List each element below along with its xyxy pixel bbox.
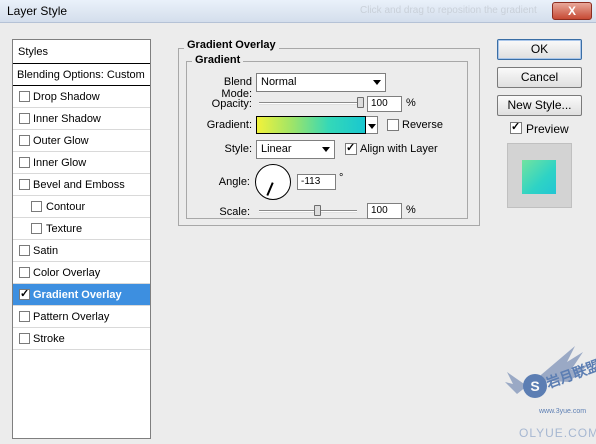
style-item-label: Contour bbox=[46, 201, 86, 213]
opacity-label: Opacity: bbox=[211, 98, 252, 110]
group-title: Gradient Overlay bbox=[184, 39, 279, 51]
scale-slider-track[interactable] bbox=[259, 210, 357, 213]
blend-mode-label: Blend Mode: bbox=[221, 76, 252, 100]
watermark-logo: S 岩月联盟 www.3yue.com OLYUE.COM bbox=[505, 342, 596, 442]
style-select[interactable]: Linear bbox=[256, 140, 335, 159]
style-item-drop-shadow[interactable]: Drop Shadow bbox=[13, 86, 150, 108]
align-with-layer-checkbox[interactable] bbox=[345, 141, 357, 155]
gradient-swatch[interactable] bbox=[256, 116, 366, 134]
style-item-gradient-overlay[interactable]: Gradient Overlay bbox=[13, 284, 150, 306]
align-with-layer-label: Align with Layer bbox=[360, 143, 438, 155]
style-item-label: Stroke bbox=[33, 333, 65, 345]
gradient-dropdown-button[interactable] bbox=[366, 116, 378, 134]
chevron-down-icon bbox=[373, 80, 381, 85]
watermark-site: OLYUE.COM bbox=[519, 426, 596, 440]
style-item-inner-shadow[interactable]: Inner Shadow bbox=[13, 108, 150, 130]
style-item-label: Satin bbox=[33, 245, 59, 257]
style-checkbox[interactable] bbox=[19, 245, 30, 256]
styles-header[interactable]: Styles bbox=[13, 40, 150, 64]
angle-label: Angle: bbox=[218, 176, 250, 188]
style-item-label: Inner Glow bbox=[33, 157, 87, 169]
scale-unit: % bbox=[406, 204, 416, 216]
style-item-label: Inner Shadow bbox=[33, 113, 101, 125]
style-checkbox[interactable] bbox=[19, 135, 30, 146]
reverse-label: Reverse bbox=[402, 119, 443, 131]
svg-text:S: S bbox=[530, 378, 539, 394]
style-item-contour[interactable]: Contour bbox=[13, 196, 150, 218]
opacity-slider-track[interactable] bbox=[259, 102, 361, 105]
angle-indicator bbox=[266, 182, 274, 196]
hint-text: Click and drag to reposition the gradien… bbox=[360, 5, 537, 16]
cancel-button[interactable]: Cancel bbox=[497, 67, 582, 88]
watermark-url: www.3yue.com bbox=[539, 408, 587, 415]
opacity-slider-thumb[interactable] bbox=[357, 97, 364, 108]
style-item-outer-glow[interactable]: Outer Glow bbox=[13, 130, 150, 152]
gradient-label: Gradient: bbox=[206, 119, 252, 131]
chevron-down-icon bbox=[322, 147, 330, 152]
style-label: Style: bbox=[224, 143, 252, 155]
style-checkbox[interactable] bbox=[19, 113, 30, 124]
title-bar: Layer Style Click and drag to reposition… bbox=[0, 0, 596, 23]
opacity-unit: % bbox=[406, 97, 416, 109]
blend-mode-select[interactable]: Normal bbox=[256, 73, 386, 92]
angle-input[interactable]: -113 bbox=[297, 174, 336, 190]
style-item-label: Drop Shadow bbox=[33, 91, 100, 103]
style-checkbox[interactable] bbox=[19, 91, 30, 102]
style-item-stroke[interactable]: Stroke bbox=[13, 328, 150, 350]
preview-swatch bbox=[522, 160, 556, 194]
degree-unit: ° bbox=[339, 172, 344, 184]
blending-options-item[interactable]: Blending Options: Custom bbox=[13, 64, 150, 86]
styles-list: Styles Blending Options: Custom Drop Sha… bbox=[12, 39, 151, 439]
opacity-input[interactable]: 100 bbox=[367, 96, 402, 112]
close-button[interactable]: X bbox=[552, 2, 592, 20]
style-item-pattern-overlay[interactable]: Pattern Overlay bbox=[13, 306, 150, 328]
subgroup-title: Gradient bbox=[192, 54, 244, 66]
angle-dial[interactable] bbox=[255, 164, 291, 200]
preview-thumbnail bbox=[507, 143, 572, 208]
style-checkbox[interactable] bbox=[31, 223, 42, 234]
window-title: Layer Style bbox=[7, 4, 68, 18]
style-checkbox[interactable] bbox=[19, 311, 30, 322]
scale-slider-thumb[interactable] bbox=[313, 205, 321, 216]
scale-input[interactable]: 100 bbox=[367, 203, 402, 219]
style-item-label: Color Overlay bbox=[33, 267, 101, 279]
blend-mode-value: Normal bbox=[261, 76, 297, 88]
style-checkbox[interactable] bbox=[19, 267, 30, 278]
style-item-label: Outer Glow bbox=[33, 135, 89, 147]
style-item-color-overlay[interactable]: Color Overlay bbox=[13, 262, 150, 284]
style-checkbox[interactable] bbox=[19, 287, 30, 300]
chevron-down-icon bbox=[368, 124, 376, 129]
style-item-bevel-and-emboss[interactable]: Bevel and Emboss bbox=[13, 174, 150, 196]
new-style-button[interactable]: New Style... bbox=[497, 95, 582, 116]
style-item-label: Pattern Overlay bbox=[33, 311, 110, 323]
style-value: Linear bbox=[261, 143, 292, 155]
preview-checkbox[interactable] bbox=[510, 120, 522, 134]
style-item-label: Bevel and Emboss bbox=[33, 179, 125, 191]
style-item-inner-glow[interactable]: Inner Glow bbox=[13, 152, 150, 174]
preview-label: Preview bbox=[526, 122, 569, 136]
style-item-label: Texture bbox=[46, 223, 83, 235]
style-checkbox[interactable] bbox=[19, 333, 30, 344]
style-item-satin[interactable]: Satin bbox=[13, 240, 150, 262]
style-item-texture[interactable]: Texture bbox=[13, 218, 150, 240]
style-item-label: Gradient Overlay bbox=[33, 289, 122, 301]
close-icon: X bbox=[567, 4, 576, 18]
scale-label: Scale: bbox=[219, 206, 250, 218]
style-checkbox[interactable] bbox=[19, 157, 30, 168]
reverse-checkbox[interactable] bbox=[387, 119, 399, 131]
ok-button[interactable]: OK bbox=[497, 39, 582, 60]
style-checkbox[interactable] bbox=[31, 201, 42, 212]
style-checkbox[interactable] bbox=[19, 179, 30, 190]
